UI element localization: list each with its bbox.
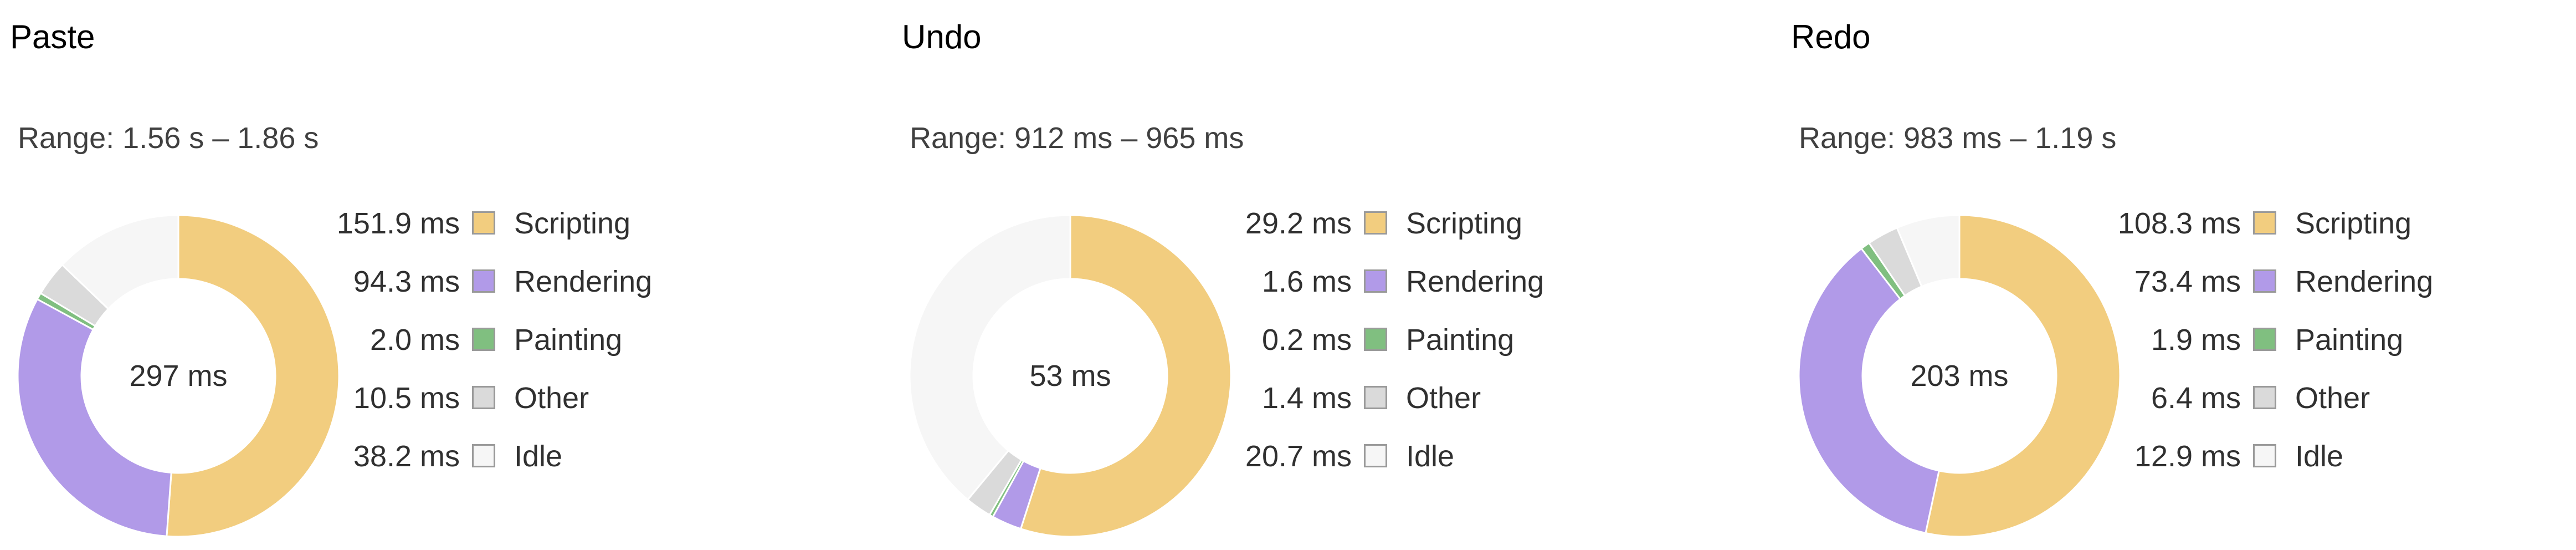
- legend-swatch-idle: [472, 444, 495, 467]
- legend-value: 1.6 ms: [1261, 265, 1352, 298]
- legend-row-idle: 20.7 ms Idle: [1202, 434, 1634, 492]
- summary-panel-paste: Paste Range: 1.56 s – 1.86 s 297 ms 151.…: [0, 0, 859, 550]
- legend-label: Painting: [1406, 323, 1515, 357]
- legend-value: 1.4 ms: [1261, 381, 1352, 415]
- legend-swatch-other: [472, 386, 495, 409]
- total-duration-label: 203 ms: [1910, 359, 2008, 393]
- legend-label: Idle: [2295, 440, 2344, 473]
- legend-label: Rendering: [2295, 265, 2434, 298]
- panel-title: Redo: [1791, 18, 1871, 55]
- legend: 108.3 ms Scripting 73.4 ms Rendering 1.9…: [2091, 201, 2523, 492]
- legend-row-scripting: 108.3 ms Scripting: [2091, 201, 2523, 259]
- legend-value: 6.4 ms: [2151, 381, 2241, 415]
- legend-swatch-rendering: [472, 269, 495, 293]
- donut-chart: 53 ms: [909, 214, 1232, 538]
- range-label: Range: 983 ms – 1.19 s: [1799, 121, 2117, 155]
- range-label: Range: 912 ms – 965 ms: [910, 121, 1244, 155]
- legend-label: Scripting: [2295, 207, 2412, 240]
- legend-swatch-painting: [1364, 328, 1387, 351]
- total-duration-label: 53 ms: [1029, 359, 1111, 393]
- legend-value: 38.2 ms: [353, 440, 460, 473]
- panel-title: Paste: [10, 18, 95, 55]
- legend-row-other: 1.4 ms Other: [1202, 376, 1634, 434]
- legend-label: Painting: [514, 323, 623, 357]
- legend-row-other: 10.5 ms Other: [310, 376, 742, 434]
- legend-value: 1.9 ms: [2151, 323, 2241, 357]
- legend-label: Other: [1406, 381, 1481, 415]
- range-label: Range: 1.56 s – 1.86 s: [18, 121, 319, 155]
- legend-row-rendering: 73.4 ms Rendering: [2091, 259, 2523, 318]
- legend-swatch-idle: [2253, 444, 2276, 467]
- legend-label: Other: [514, 381, 589, 415]
- legend-swatch-other: [2253, 386, 2276, 409]
- legend-value: 108.3 ms: [2117, 207, 2241, 240]
- legend-value: 94.3 ms: [353, 265, 460, 298]
- legend-row-other: 6.4 ms Other: [2091, 376, 2523, 434]
- legend-value: 29.2 ms: [1245, 207, 1352, 240]
- legend-label: Idle: [514, 440, 563, 473]
- legend-row-painting: 2.0 ms Painting: [310, 318, 742, 376]
- legend-value: 12.9 ms: [2134, 440, 2241, 473]
- legend-value: 2.0 ms: [370, 323, 460, 357]
- summary-panel-undo: Undo Range: 912 ms – 965 ms 53 ms 29.2 m…: [892, 0, 1751, 550]
- legend-value: 10.5 ms: [353, 381, 460, 415]
- legend-label: Idle: [1406, 440, 1455, 473]
- legend-row-painting: 1.9 ms Painting: [2091, 318, 2523, 376]
- legend-label: Rendering: [1406, 265, 1544, 298]
- legend-swatch-painting: [472, 328, 495, 351]
- legend-label: Rendering: [514, 265, 653, 298]
- legend-swatch-idle: [1364, 444, 1387, 467]
- summary-panel-redo: Redo Range: 983 ms – 1.19 s 203 ms 108.3…: [1781, 0, 2576, 550]
- donut-chart: 297 ms: [17, 214, 340, 538]
- legend-swatch-scripting: [472, 211, 495, 235]
- legend-label: Other: [2295, 381, 2370, 415]
- donut-chart: 203 ms: [1798, 214, 2121, 538]
- legend-label: Scripting: [1406, 207, 1523, 240]
- legend-row-painting: 0.2 ms Painting: [1202, 318, 1634, 376]
- legend-swatch-scripting: [1364, 211, 1387, 235]
- legend-value: 0.2 ms: [1261, 323, 1352, 357]
- legend-swatch-scripting: [2253, 211, 2276, 235]
- legend-row-rendering: 94.3 ms Rendering: [310, 259, 742, 318]
- legend-value: 151.9 ms: [336, 207, 460, 240]
- legend-swatch-other: [1364, 386, 1387, 409]
- legend-value: 73.4 ms: [2134, 265, 2241, 298]
- donut-slice-idle: [909, 214, 1071, 501]
- legend-row-idle: 12.9 ms Idle: [2091, 434, 2523, 492]
- legend-swatch-painting: [2253, 328, 2276, 351]
- legend-value: 20.7 ms: [1245, 440, 1352, 473]
- legend-label: Painting: [2295, 323, 2404, 357]
- legend-row-rendering: 1.6 ms Rendering: [1202, 259, 1634, 318]
- legend: 29.2 ms Scripting 1.6 ms Rendering 0.2 m…: [1202, 201, 1634, 492]
- legend-swatch-rendering: [1364, 269, 1387, 293]
- legend-label: Scripting: [514, 207, 631, 240]
- legend-row-scripting: 29.2 ms Scripting: [1202, 201, 1634, 259]
- legend-swatch-rendering: [2253, 269, 2276, 293]
- legend-row-scripting: 151.9 ms Scripting: [310, 201, 742, 259]
- legend-row-idle: 38.2 ms Idle: [310, 434, 742, 492]
- donut-slice-rendering: [17, 298, 172, 537]
- total-duration-label: 297 ms: [129, 359, 227, 393]
- panel-title: Undo: [902, 18, 982, 55]
- legend: 151.9 ms Scripting 94.3 ms Rendering 2.0…: [310, 201, 742, 492]
